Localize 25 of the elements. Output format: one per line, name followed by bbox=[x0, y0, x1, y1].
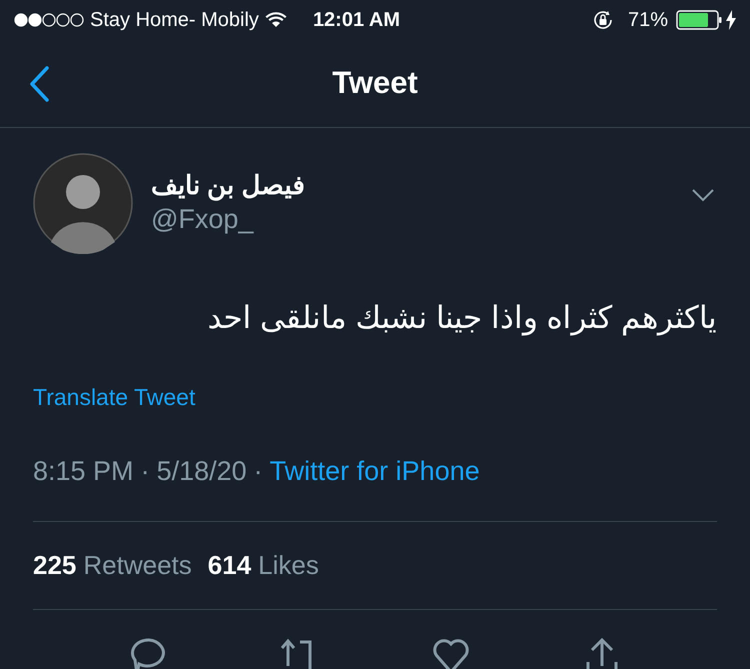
separator-dot: · bbox=[140, 454, 150, 488]
stat-label[interactable]: Likes bbox=[258, 546, 319, 585]
back-icon[interactable] bbox=[28, 66, 50, 102]
charging-icon bbox=[726, 10, 736, 30]
stat-count: 225 bbox=[33, 549, 76, 582]
signal-icon bbox=[14, 13, 86, 27]
stat-label[interactable]: Retweets bbox=[83, 546, 192, 585]
wifi-icon bbox=[264, 12, 287, 28]
clock-time: 12:01 AM bbox=[312, 8, 400, 33]
source-link[interactable]: Twitter for iPhone bbox=[270, 450, 480, 491]
tweet-time: 8:15 PM bbox=[33, 454, 134, 488]
separator-dot: · bbox=[254, 454, 263, 488]
user-handle: @Fxop_ bbox=[151, 203, 255, 236]
rotation-lock-icon bbox=[592, 9, 614, 31]
stat-count: 614 bbox=[208, 549, 252, 582]
tweet-text: ياكثرهم كثراه واذا جينا نشبك مانلقى احد bbox=[207, 299, 717, 338]
chevron-down-icon[interactable] bbox=[691, 188, 715, 202]
display-name: فيصل بن نايف bbox=[151, 169, 304, 202]
battery-percent: 71% bbox=[628, 8, 668, 33]
carrier-name: Stay Home- Mobily bbox=[90, 8, 259, 33]
page-title: Tweet bbox=[332, 65, 418, 100]
tweet-date: 5/18/20 bbox=[156, 454, 247, 488]
battery-icon bbox=[676, 10, 722, 30]
translate-link[interactable]: Translate Tweet bbox=[33, 384, 196, 410]
avatar[interactable] bbox=[33, 152, 133, 254]
